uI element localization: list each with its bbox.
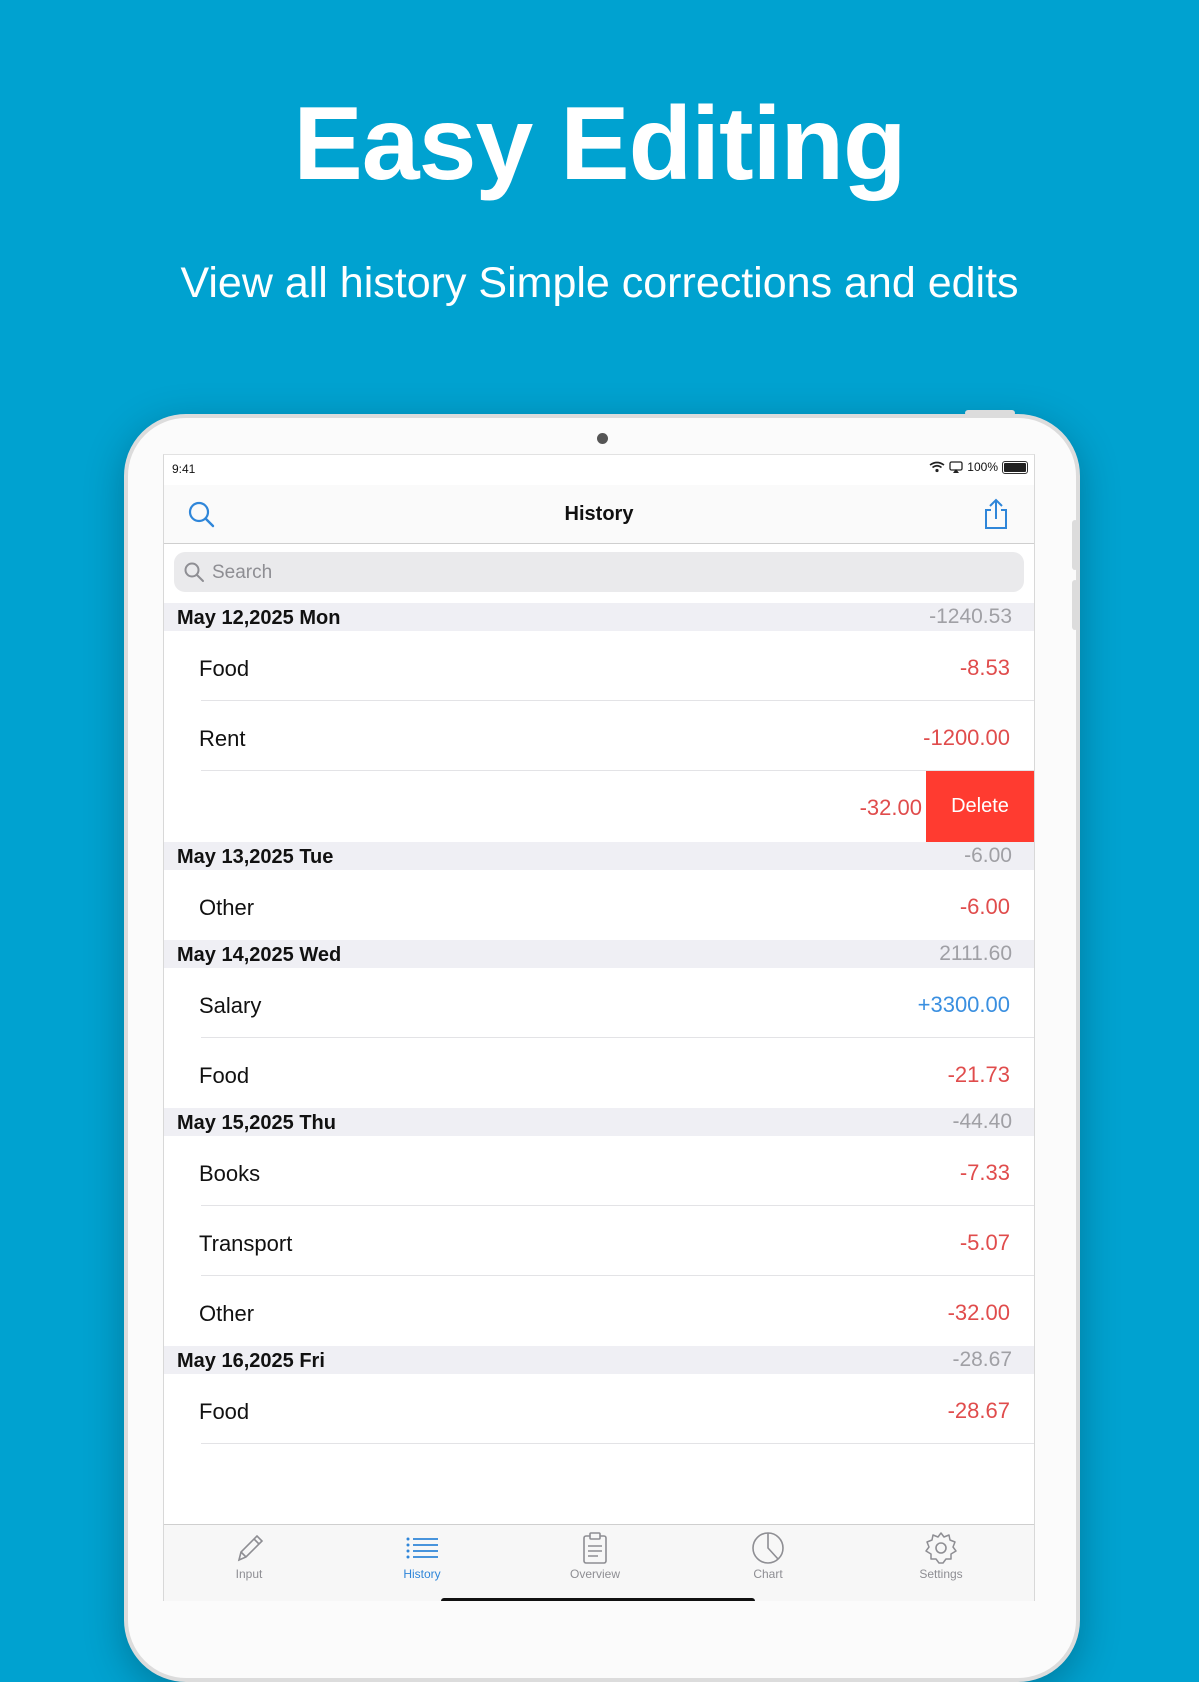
tab-history[interactable]: History [362, 1531, 482, 1581]
section-date: May 13,2025 Tue [177, 846, 334, 868]
list-icon [406, 1537, 438, 1559]
volume-button [1072, 580, 1078, 630]
pie-chart-icon [752, 1532, 784, 1564]
tab-label: History [403, 1567, 441, 1581]
search-icon [184, 562, 204, 582]
search-input[interactable] [210, 558, 994, 588]
list-item[interactable]: Books -7.33 [164, 1136, 1034, 1206]
tab-bar: Input History Overview Chart Settings [164, 1524, 1034, 1601]
app-screen: 9:41 100% History Search May 12,2025 Mon… [163, 454, 1035, 1601]
section-header: May 16,2025 Fri -28.67 [164, 1346, 1034, 1374]
tab-label: Overview [569, 1567, 620, 1581]
tab-input[interactable]: Input [189, 1531, 309, 1581]
tab-settings[interactable]: Settings [881, 1531, 1001, 1581]
item-amount: -1200.00 [923, 725, 1010, 750]
promo-subtitle: View all history Simple corrections and … [180, 259, 1019, 307]
item-amount: -7.33 [959, 1160, 1010, 1185]
section-header: May 12,2025 Mon -1240.53 [164, 603, 1034, 631]
item-category: Books [199, 1161, 261, 1186]
list-item[interactable]: Food -21.73 [164, 1038, 1034, 1108]
item-category: Food [199, 1399, 250, 1424]
section-date: May 12,2025 Mon [177, 607, 341, 629]
list-item[interactable]: Other -32.00 [164, 1276, 1034, 1346]
airplay-icon [949, 461, 963, 473]
section-date: May 14,2025 Wed [177, 944, 342, 966]
tab-overview[interactable]: Overview [535, 1531, 655, 1581]
item-amount: +3300.00 [917, 992, 1010, 1017]
item-amount: -5.07 [959, 1230, 1010, 1255]
section-total: -1240.53 [929, 605, 1012, 628]
search-bar[interactable] [174, 552, 1024, 592]
delete-button[interactable]: Delete [926, 771, 1034, 842]
item-category: Food [199, 656, 250, 681]
item-amount: -8.53 [959, 655, 1010, 680]
item-category: Other [199, 895, 255, 920]
section-total: -44.40 [952, 1110, 1012, 1133]
promo-title: Easy Editing [293, 86, 906, 202]
section-date: May 15,2025 Thu [177, 1112, 336, 1134]
section-header: May 15,2025 Thu -44.40 [164, 1108, 1034, 1136]
history-list: May 12,2025 Mon -1240.53 Food -8.53 Rent… [164, 603, 1034, 1444]
item-amount: -21.73 [947, 1062, 1010, 1087]
status-time: 9:41 [172, 462, 196, 476]
top-button [965, 410, 1015, 416]
navigation-bar: History [164, 485, 1034, 544]
section-date: May 16,2025 Fri [177, 1350, 325, 1372]
volume-button [1072, 520, 1078, 570]
item-category: Other [199, 1301, 255, 1326]
item-amount: -32.00 [859, 795, 922, 820]
section-total: -28.67 [952, 1348, 1012, 1371]
tab-chart[interactable]: Chart [708, 1531, 828, 1581]
row-divider [201, 1443, 1034, 1444]
front-camera [597, 433, 608, 444]
item-category: Rent [199, 726, 246, 751]
item-amount: -32.00 [947, 1300, 1010, 1325]
list-item[interactable]: Rent -1200.00 [164, 701, 1034, 771]
item-amount: -28.67 [947, 1398, 1010, 1423]
list-item[interactable]: Transport -5.07 [164, 1206, 1034, 1276]
list-item-swiped[interactable]: -32.00 Delete [164, 771, 1034, 842]
section-header: May 14,2025 Wed 2111.60 [164, 940, 1034, 968]
tab-label: Input [235, 1567, 263, 1581]
clipboard-icon [583, 1532, 607, 1564]
share-icon[interactable] [980, 497, 1012, 531]
section-total: 2111.60 [939, 942, 1012, 965]
status-bar: 9:41 100% [164, 455, 1034, 485]
section-total: -6.00 [964, 844, 1012, 867]
section-header: May 13,2025 Tue -6.00 [164, 842, 1034, 870]
gear-icon [925, 1532, 957, 1564]
battery-percent: 100% [967, 460, 998, 474]
list-item[interactable]: Salary +3300.00 [164, 968, 1034, 1038]
battery-icon [1002, 460, 1028, 474]
tab-label: Chart [753, 1567, 783, 1581]
item-category: Transport [199, 1231, 293, 1256]
page-title: History [564, 503, 634, 525]
item-category: Salary [199, 993, 262, 1018]
pencil-icon [237, 1534, 264, 1562]
wifi-icon [929, 461, 945, 473]
item-amount: -6.00 [959, 894, 1010, 919]
tab-label: Settings [919, 1567, 963, 1581]
list-item[interactable]: Food -8.53 [164, 631, 1034, 701]
list-item[interactable]: Other -6.00 [164, 870, 1034, 940]
item-category: Food [199, 1063, 250, 1088]
list-item[interactable]: Food -28.67 [164, 1374, 1034, 1444]
